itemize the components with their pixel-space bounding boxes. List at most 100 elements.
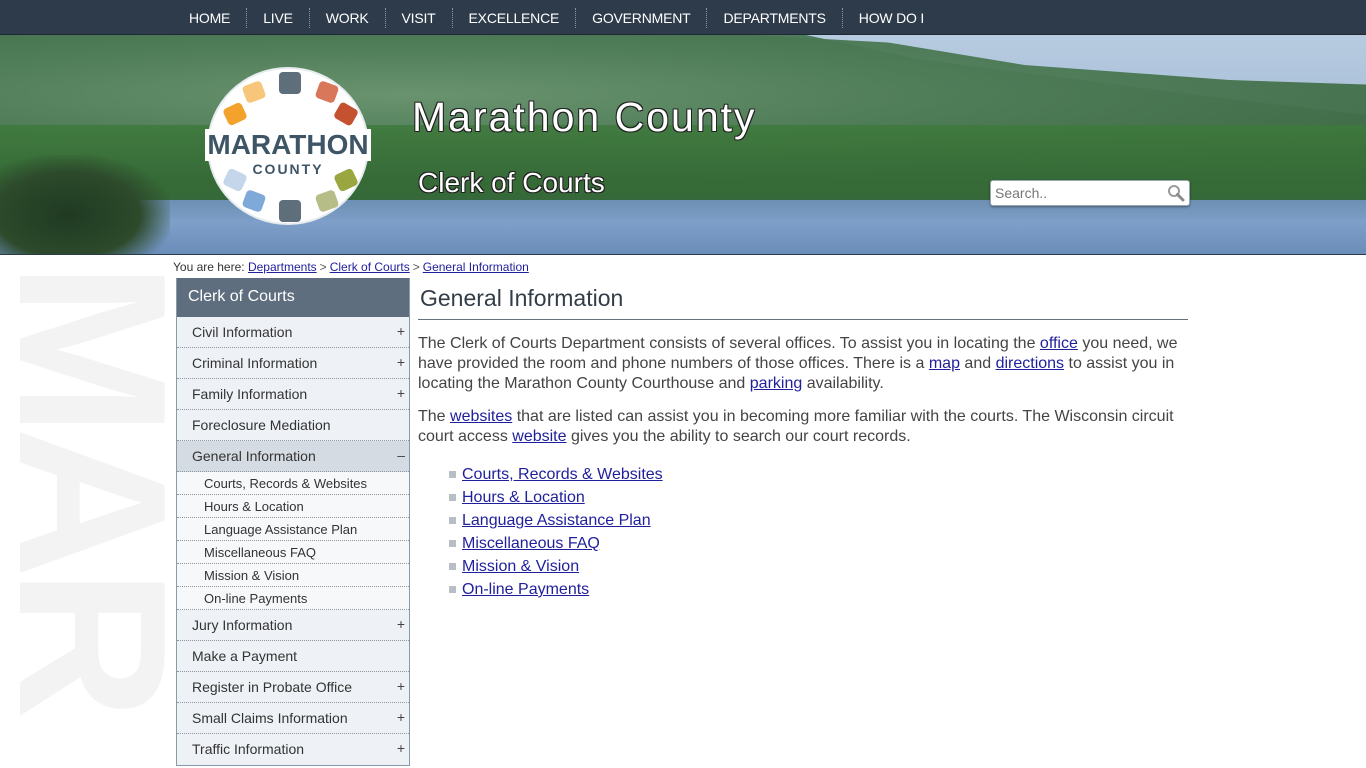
sidebar-item-label: Criminal Information — [192, 355, 318, 371]
sidebar-item-family-information[interactable]: Family Information + — [177, 379, 409, 410]
directions-link[interactable]: directions — [996, 355, 1064, 372]
banner-pine — [0, 155, 170, 254]
sidebar-item-register-in-probate-office[interactable]: Register in Probate Office + — [177, 672, 409, 703]
nav-departments[interactable]: DEPARTMENTS — [707, 10, 841, 26]
logo-subtext: COUNTY — [252, 161, 324, 177]
logo-dot — [241, 189, 267, 213]
sidebar-item-jury-information[interactable]: Jury Information + — [177, 610, 409, 641]
square-bullet-icon — [449, 517, 456, 524]
link-courts-records-websites[interactable]: Courts, Records & Websites — [462, 466, 663, 483]
sidebar-item-small-claims-information[interactable]: Small Claims Information + — [177, 703, 409, 734]
office-link[interactable]: office — [1040, 335, 1078, 352]
expand-icon[interactable]: + — [397, 323, 405, 339]
square-bullet-icon — [449, 494, 456, 501]
sidebar-item-label: Register in Probate Office — [192, 679, 353, 695]
list-item: Mission & Vision — [449, 555, 1188, 578]
sidebar-item-label: Family Information — [192, 386, 308, 402]
sidebar-heading[interactable]: Clerk of Courts — [177, 278, 409, 317]
header-banner: MARATHON COUNTY Marathon County Clerk of… — [0, 35, 1366, 255]
logo-dot — [222, 101, 248, 127]
logo-dot — [314, 80, 340, 104]
department-title: Clerk of Courts — [418, 167, 605, 198]
county-logo[interactable]: MARATHON COUNTY — [205, 67, 371, 225]
search-input[interactable] — [995, 184, 1165, 202]
breadcrumb-separator: > — [319, 260, 327, 274]
expand-icon[interactable]: + — [397, 616, 405, 632]
list-item: On-line Payments — [449, 578, 1188, 601]
square-bullet-icon — [449, 471, 456, 478]
sidebar-subitem-language-assistance-plan[interactable]: Language Assistance Plan — [177, 518, 409, 541]
sidebar-subitem-miscellaneous-faq[interactable]: Miscellaneous FAQ — [177, 541, 409, 564]
logo-dot — [314, 189, 340, 213]
logo-wordmark: MARATHON — [205, 129, 371, 161]
sidebar-item-label: Jury Information — [192, 617, 293, 633]
sidebar-item-label: Civil Information — [192, 324, 293, 340]
court-access-website-link[interactable]: website — [512, 428, 566, 445]
watermark-text: MAR — [10, 262, 175, 711]
sidebar-item-traffic-information[interactable]: Traffic Information + — [177, 734, 409, 765]
sidebar-subitem-hours-location[interactable]: Hours & Location — [177, 495, 409, 518]
background-watermark: MAR — [10, 262, 175, 768]
logo-dot — [332, 101, 360, 127]
nav-government[interactable]: GOVERNMENT — [576, 10, 706, 26]
search-icon[interactable] — [1167, 184, 1185, 202]
expand-icon[interactable]: + — [397, 740, 405, 756]
square-bullet-icon — [449, 540, 456, 547]
link-online-payments[interactable]: On-line Payments — [462, 581, 589, 598]
collapse-icon[interactable]: – — [397, 447, 405, 463]
parking-link[interactable]: parking — [750, 375, 802, 392]
expand-icon[interactable]: + — [397, 678, 405, 694]
list-item: Miscellaneous FAQ — [449, 532, 1188, 555]
logo-dot — [279, 200, 301, 222]
nav-live[interactable]: LIVE — [247, 10, 309, 26]
sidebar-item-label: Small Claims Information — [192, 710, 348, 726]
sidebar-item-make-a-payment[interactable]: Make a Payment — [177, 641, 409, 672]
sidebar-item-civil-information[interactable]: Civil Information + — [177, 317, 409, 348]
websites-paragraph: The websites that are listed can assist … — [418, 407, 1188, 447]
nav-home[interactable]: HOME — [173, 10, 246, 26]
sidebar-item-foreclosure-mediation[interactable]: Foreclosure Mediation — [177, 410, 409, 441]
expand-icon[interactable]: + — [397, 709, 405, 725]
link-miscellaneous-faq[interactable]: Miscellaneous FAQ — [462, 535, 600, 552]
link-language-assistance-plan[interactable]: Language Assistance Plan — [462, 512, 651, 529]
search-box — [990, 180, 1190, 206]
top-nav-list: HOME LIVE WORK VISIT EXCELLENCE GOVERNME… — [173, 0, 940, 35]
nav-work[interactable]: WORK — [310, 10, 385, 26]
expand-icon[interactable]: + — [397, 354, 405, 370]
breadcrumb-general-information[interactable]: General Information — [423, 260, 529, 274]
sidebar-subitem-online-payments[interactable]: On-line Payments — [177, 587, 409, 610]
sidebar-item-label: Make a Payment — [192, 648, 298, 664]
logo-dot — [241, 80, 267, 104]
breadcrumb-separator: > — [412, 260, 420, 274]
link-hours-location[interactable]: Hours & Location — [462, 489, 585, 506]
breadcrumb-clerk-of-courts[interactable]: Clerk of Courts — [330, 260, 410, 274]
map-link[interactable]: map — [929, 355, 960, 372]
nav-visit[interactable]: VISIT — [386, 10, 452, 26]
sidebar-nav: Clerk of Courts Civil Information + Crim… — [176, 278, 410, 766]
top-nav: HOME LIVE WORK VISIT EXCELLENCE GOVERNME… — [0, 0, 1366, 35]
list-item: Hours & Location — [449, 486, 1188, 509]
breadcrumb: You are here: Departments > Clerk of Court… — [173, 260, 529, 274]
square-bullet-icon — [449, 563, 456, 570]
general-info-link-list: Courts, Records & Websites Hours & Locat… — [418, 463, 1188, 601]
nav-excellence[interactable]: EXCELLENCE — [453, 10, 576, 26]
sidebar-subitem-courts-records-websites[interactable]: Courts, Records & Websites — [177, 472, 409, 495]
paragraph-text: and — [959, 355, 996, 372]
paragraph-text: gives you the ability to search our cour… — [566, 428, 911, 445]
breadcrumb-departments[interactable]: Departments — [248, 260, 317, 274]
paragraph-text: availability. — [802, 375, 884, 392]
page-title: General Information — [418, 285, 1188, 320]
list-item: Language Assistance Plan — [449, 509, 1188, 532]
breadcrumb-prefix: You are here: — [173, 260, 245, 274]
nav-how-do-i[interactable]: HOW DO I — [843, 10, 940, 26]
link-mission-vision[interactable]: Mission & Vision — [462, 558, 579, 575]
sidebar-subitem-mission-vision[interactable]: Mission & Vision — [177, 564, 409, 587]
list-item: Courts, Records & Websites — [449, 463, 1188, 486]
square-bullet-icon — [449, 586, 456, 593]
paragraph-text: The — [418, 408, 451, 425]
sidebar-item-criminal-information[interactable]: Criminal Information + — [177, 348, 409, 379]
sidebar-item-label: General Information — [192, 448, 316, 464]
expand-icon[interactable]: + — [397, 385, 405, 401]
sidebar-item-general-information[interactable]: General Information – — [177, 441, 409, 472]
websites-link[interactable]: websites — [450, 408, 512, 425]
